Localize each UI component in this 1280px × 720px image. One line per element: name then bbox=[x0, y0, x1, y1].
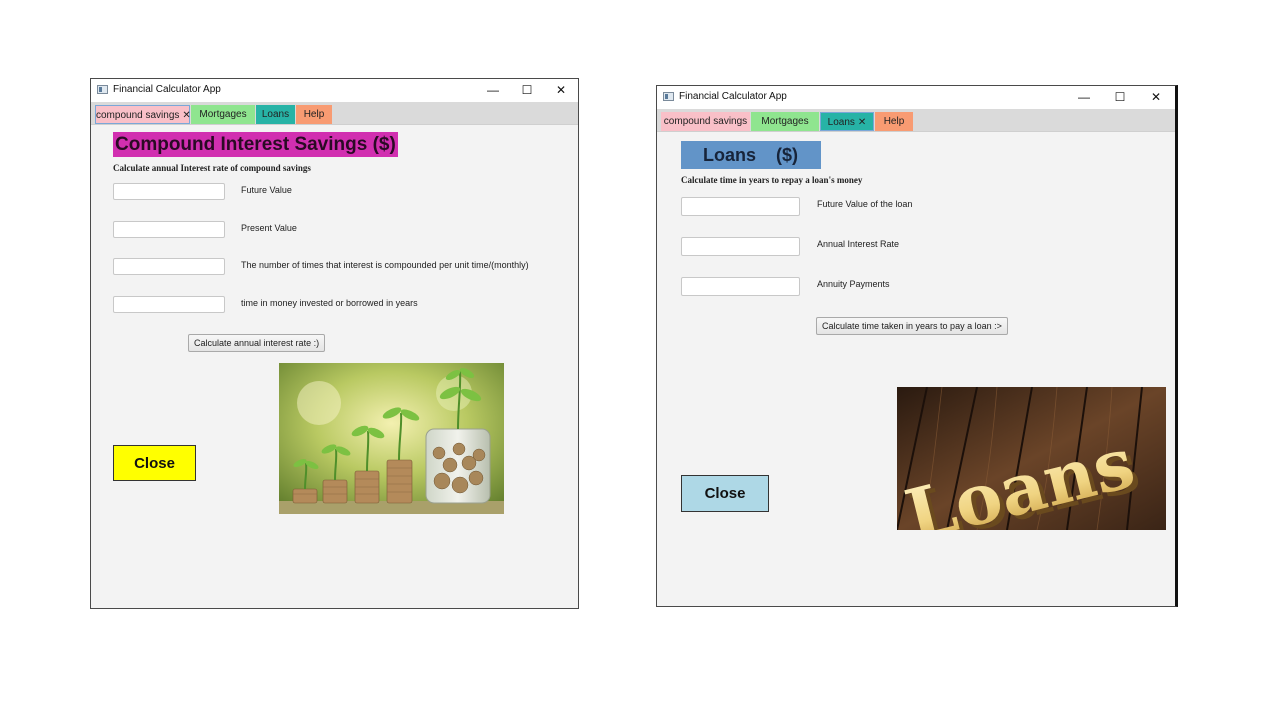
window-title: Financial Calculator App bbox=[679, 91, 787, 102]
tab-label: Help bbox=[303, 109, 325, 120]
loans-wood-image: Loans Loans bbox=[897, 387, 1166, 530]
annual-interest-rate-input[interactable] bbox=[681, 237, 800, 256]
tab-label: Mortgages bbox=[761, 116, 809, 127]
tab-mortgages[interactable]: Mortgages bbox=[751, 112, 819, 131]
present-value-label: Present Value bbox=[241, 223, 297, 233]
window-title: Financial Calculator App bbox=[113, 84, 221, 95]
tab-help[interactable]: Help bbox=[875, 112, 913, 131]
app-icon bbox=[663, 92, 674, 101]
page-title: Compound Interest Savings ($) bbox=[113, 132, 398, 157]
tab-loans[interactable]: Loans ✕ bbox=[820, 112, 874, 131]
time-years-input[interactable] bbox=[113, 296, 225, 313]
close-button[interactable]: Close bbox=[113, 445, 196, 481]
page-title: Loans ($) bbox=[681, 141, 821, 169]
tab-label: Mortgages bbox=[199, 109, 247, 120]
tab-bar: compound savings Mortgages Loans ✕ Help bbox=[657, 109, 1175, 132]
future-value-input[interactable] bbox=[113, 183, 225, 200]
tab-label: Loans bbox=[827, 117, 855, 128]
tab-label: Help bbox=[883, 116, 905, 127]
page-subtitle: Calculate annual Interest rate of compou… bbox=[113, 163, 311, 173]
app-icon bbox=[97, 85, 108, 94]
coins-plant-image bbox=[279, 363, 504, 514]
tab-compound-savings[interactable]: compound savings ✕ bbox=[95, 105, 191, 124]
maximize-button[interactable]: ☐ bbox=[510, 81, 544, 99]
annuity-payments-input[interactable] bbox=[681, 277, 800, 296]
tab-help[interactable]: Help bbox=[296, 105, 332, 124]
title-bar[interactable]: Financial Calculator App — ☐ ✕ bbox=[657, 86, 1175, 109]
tab-close-icon[interactable]: ✕ bbox=[858, 117, 866, 128]
annuity-payments-label: Annuity Payments bbox=[817, 279, 890, 289]
tab-label: compound savings bbox=[663, 116, 748, 127]
future-value-label: Future Value bbox=[241, 185, 292, 195]
present-value-input[interactable] bbox=[113, 221, 225, 238]
coins-plant-image-graphic bbox=[279, 363, 504, 514]
tab-close-icon[interactable]: ✕ bbox=[182, 110, 190, 121]
compounding-times-input[interactable] bbox=[113, 258, 225, 275]
future-value-loan-label: Future Value of the loan bbox=[817, 199, 913, 209]
tab-label: compound savings bbox=[96, 110, 180, 121]
compound-savings-window: Financial Calculator App — ☐ ✕ compound … bbox=[90, 78, 579, 609]
loans-window: Financial Calculator App — ☐ ✕ compound … bbox=[656, 85, 1178, 607]
calculate-interest-button[interactable]: Calculate annual interest rate :) bbox=[188, 334, 326, 352]
close-window-button[interactable]: ✕ bbox=[544, 81, 578, 99]
tab-mortgages[interactable]: Mortgages bbox=[191, 105, 255, 124]
compounding-times-label: The number of times that interest is com… bbox=[241, 260, 529, 270]
tab-loans[interactable]: Loans bbox=[256, 105, 295, 124]
close-window-button[interactable]: ✕ bbox=[1139, 88, 1173, 106]
tab-label: Loans bbox=[261, 109, 290, 120]
close-button[interactable]: Close bbox=[681, 475, 769, 512]
loans-wood-image-graphic: Loans Loans bbox=[897, 387, 1166, 530]
maximize-button[interactable]: ☐ bbox=[1103, 88, 1137, 106]
title-bar[interactable]: Financial Calculator App — ☐ ✕ bbox=[91, 79, 578, 102]
tab-bar: compound savings ✕ Mortgages Loans Help bbox=[91, 102, 578, 125]
page-subtitle: Calculate time in years to repay a loan'… bbox=[681, 175, 863, 185]
calculate-loan-time-button[interactable]: Calculate time taken in years to pay a l… bbox=[816, 317, 1008, 335]
minimize-button[interactable]: — bbox=[476, 81, 510, 99]
minimize-button[interactable]: — bbox=[1067, 88, 1101, 106]
tab-compound-savings[interactable]: compound savings bbox=[661, 112, 750, 131]
future-value-loan-input[interactable] bbox=[681, 197, 800, 216]
annual-interest-rate-label: Annual Interest Rate bbox=[817, 239, 900, 249]
time-years-label: time in money invested or borrowed in ye… bbox=[241, 298, 418, 308]
